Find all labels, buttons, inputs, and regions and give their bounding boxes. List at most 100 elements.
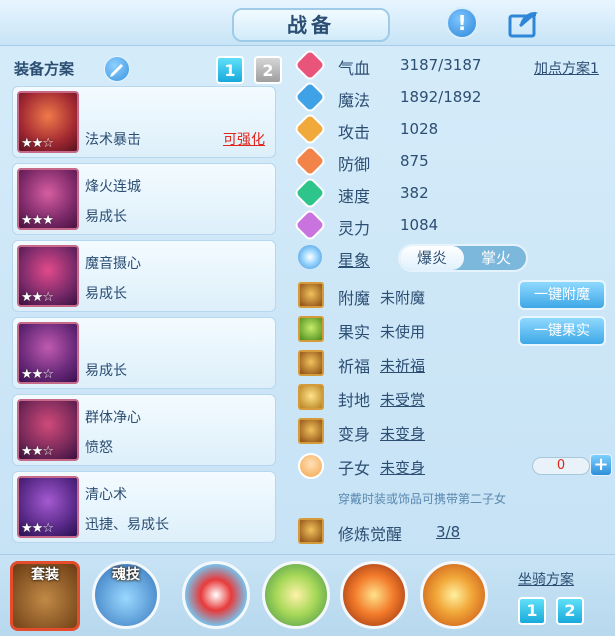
stat-row-spirit: 灵力 1084 (293, 208, 608, 242)
star-rating: ★★☆ (21, 136, 54, 151)
equip-plan-2-button[interactable]: 2 (254, 56, 282, 84)
equip-slot-4[interactable]: ★★☆ 易成长 (12, 317, 276, 389)
transform-row: 变身 未变身 (298, 416, 608, 446)
star-rating: ★★☆ (21, 444, 54, 459)
skill-slot-2[interactable] (262, 561, 330, 629)
stats-panel: 气血 3187/3187 加点方案1 魔法 1892/1892 攻击 1028 … (290, 46, 615, 551)
transform-value-link[interactable]: 未变身 (380, 423, 425, 444)
stat-name: 祈福 (338, 357, 371, 376)
help-icon[interactable]: ! (446, 7, 478, 39)
child-icon (298, 453, 324, 479)
stat-value: 382 (400, 184, 429, 202)
add-point-plan-link[interactable]: 加点方案1 (534, 58, 599, 78)
equip-plan-1-button[interactable]: 1 (216, 56, 244, 84)
stat-value: 未使用 (380, 323, 426, 341)
stat-name: 防御 (338, 155, 371, 174)
soul-skill-slot[interactable]: 魂技 (92, 561, 160, 629)
stat-row-hp: 气血 3187/3187 加点方案1 (293, 48, 608, 82)
equip-name: 群体净心 (85, 410, 141, 426)
skill-slot-4[interactable] (420, 561, 488, 629)
equip-attribute: 易成长 (85, 286, 127, 302)
stat-row-defense: 防御 875 (293, 144, 608, 178)
child-hint-text: 穿戴时装或饰品可携带第二子女 (338, 492, 507, 506)
shield-icon (293, 144, 327, 178)
equip-name: 魔音摄心 (85, 256, 141, 272)
blessing-value-link[interactable]: 未祈福 (380, 355, 425, 376)
necklace-icon: ★★☆ (17, 245, 79, 307)
transform-icon (298, 418, 324, 444)
fruit-row: 果实 未使用 一键果实 (298, 314, 608, 346)
equip-plan-header: 装备方案 1 2 (14, 52, 284, 84)
strengthen-link[interactable]: 可强化 (223, 129, 265, 149)
belt-icon: ★★☆ (17, 399, 79, 461)
equip-name: 清心术 (85, 487, 127, 503)
speed-icon (293, 176, 327, 210)
one-click-enchant-button[interactable]: 一键附魔 (518, 280, 606, 310)
helmet-icon: ★★★ (17, 168, 79, 230)
skill-slot-1[interactable] (182, 561, 250, 629)
enchant-icon (298, 282, 324, 308)
boots-icon: ★★☆ (17, 476, 79, 538)
equip-slot-5[interactable]: ★★☆ 群体净心 愤怒 (12, 394, 276, 466)
add-child-button[interactable]: + (590, 454, 612, 476)
star-rating: ★★☆ (21, 521, 54, 536)
constellation-row: 星象 爆炎 掌火 (298, 242, 608, 272)
equip-slot-2[interactable]: ★★★ 烽火连城 易成长 (12, 163, 276, 235)
water-drop-icon (293, 80, 327, 114)
share-icon[interactable] (508, 7, 540, 39)
window-title: 战备 (232, 8, 390, 42)
stat-value: 1028 (400, 120, 439, 138)
equip-name: 烽火连城 (85, 179, 141, 195)
equip-slot-1[interactable]: ★★☆ 法术暴击 可强化 (12, 86, 276, 158)
awaken-value-link[interactable]: 3/8 (436, 523, 460, 541)
equip-attribute: 迅捷、易成长 (85, 517, 169, 533)
mount-plan-label[interactable]: 坐骑方案 (518, 569, 574, 589)
stat-value: 3187/3187 (400, 56, 482, 74)
mount-plan-1-button[interactable]: 1 (518, 597, 546, 625)
armor-icon: ★★☆ (17, 322, 79, 384)
suit-label: 套装 (31, 567, 59, 583)
stat-name: 攻击 (338, 123, 371, 142)
stat-name: 封地 (338, 391, 371, 410)
equip-slot-3[interactable]: ★★☆ 魔音摄心 易成长 (12, 240, 276, 312)
skill-slot-3[interactable] (340, 561, 408, 629)
equip-attribute: 愤怒 (85, 440, 113, 456)
constellation-option[interactable]: 掌火 (464, 246, 528, 270)
fief-icon (298, 384, 324, 410)
stat-value: 875 (400, 152, 429, 170)
enchant-row: 附魔 未附魔 一键附魔 (298, 280, 608, 310)
star-rating: ★★☆ (21, 290, 54, 305)
one-click-fruit-button[interactable]: 一键果实 (518, 316, 606, 346)
blessing-icon (298, 350, 324, 376)
constellation-toggle[interactable]: 爆炎 掌火 (398, 244, 528, 272)
stat-name: 魔法 (338, 91, 371, 110)
stat-name: 变身 (338, 425, 371, 444)
stat-name: 子女 (338, 459, 371, 478)
suit-slot[interactable]: 套装 (10, 561, 80, 631)
stat-name: 灵力 (338, 219, 371, 238)
mount-plan-2-button[interactable]: 2 (556, 597, 584, 625)
stat-name: 气血 (338, 59, 371, 78)
stat-name: 修炼觉醒 (338, 525, 403, 544)
fief-value-link[interactable]: 未受赏 (380, 389, 425, 410)
edit-icon[interactable] (104, 56, 130, 82)
spirit-icon (293, 208, 327, 242)
star-rating: ★★★ (21, 213, 54, 228)
stat-row-speed: 速度 382 (293, 176, 608, 210)
equip-attribute: 易成长 (85, 209, 127, 225)
sword-icon (293, 112, 327, 146)
equip-attribute: 易成长 (85, 363, 127, 379)
child-value-link[interactable]: 未变身 (380, 457, 425, 478)
stat-row-mp: 魔法 1892/1892 (293, 80, 608, 114)
awaken-icon (298, 518, 324, 544)
stat-value: 1084 (400, 216, 439, 234)
star-rating: ★★☆ (21, 367, 54, 382)
equip-slot-6[interactable]: ★★☆ 清心术 迅捷、易成长 (12, 471, 276, 543)
title-bar: 战备 ! (0, 0, 615, 46)
constellation-label[interactable]: 星象 (338, 247, 370, 271)
fief-row: 封地 未受赏 (298, 382, 608, 412)
child-row: 子女 未变身 0 + (298, 450, 612, 480)
constellation-option-selected[interactable]: 爆炎 (400, 246, 464, 270)
fruit-icon (298, 316, 324, 342)
soul-skill-label: 魂技 (112, 567, 140, 583)
